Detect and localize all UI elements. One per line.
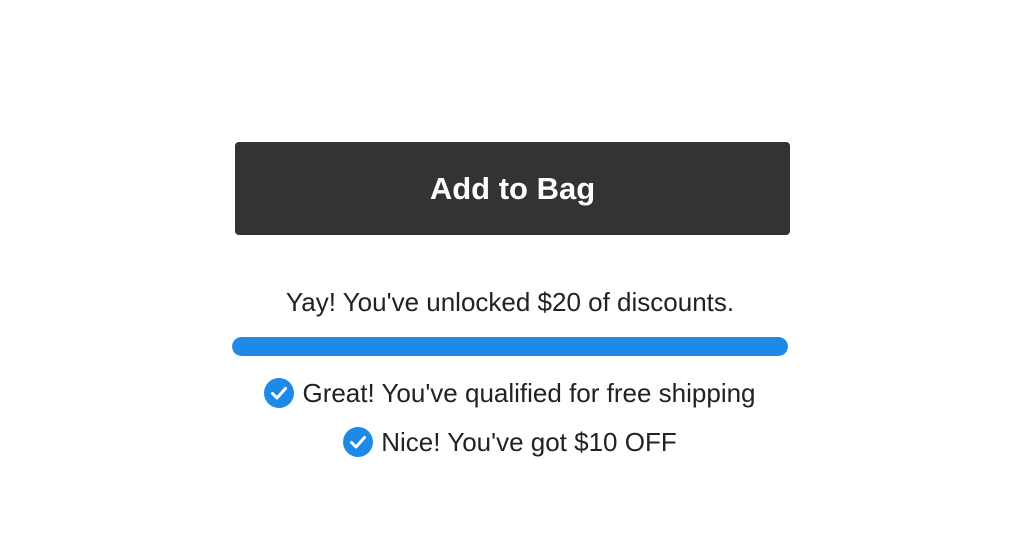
discount-progress-fill <box>232 337 788 356</box>
perk-ten-off: Nice! You've got $10 OFF <box>232 425 788 459</box>
perk-label: Great! You've qualified for free shippin… <box>302 378 756 408</box>
perk-free-shipping: Great! You've qualified for free shippin… <box>232 376 788 410</box>
perk-label: Nice! You've got $10 OFF <box>381 427 677 457</box>
discount-unlock-message: Yay! You've unlocked $20 of discounts. <box>285 287 735 317</box>
check-circle-icon <box>343 427 374 457</box>
check-circle-icon <box>264 378 295 408</box>
discount-progress-bar <box>232 337 788 356</box>
add-to-bag-button[interactable]: Add to Bag <box>235 142 790 235</box>
